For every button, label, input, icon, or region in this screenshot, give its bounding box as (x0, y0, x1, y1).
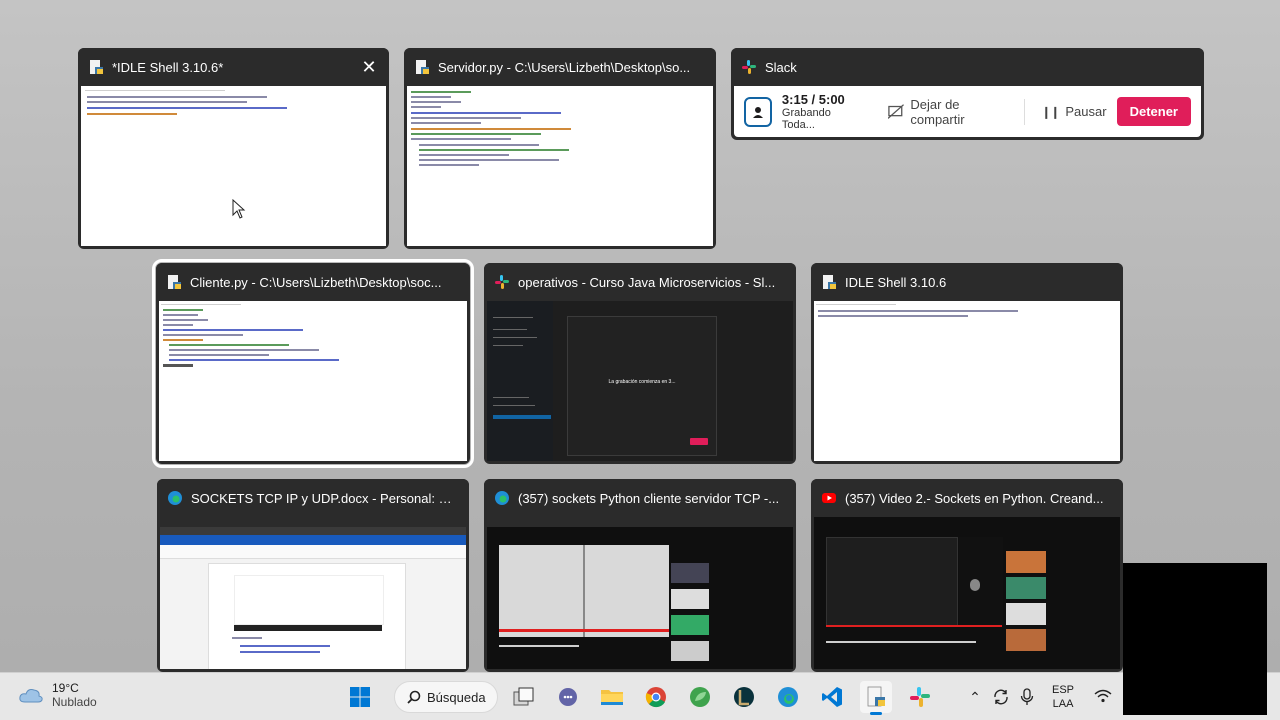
recording-info: 3:15 / 5:00 Grabando Toda... (782, 92, 860, 131)
cloud-icon (19, 689, 43, 703)
python-idle-icon (823, 275, 836, 289)
pause-label: Pausar (1065, 104, 1107, 119)
window-title: (357) sockets Python cliente servidor TC… (518, 490, 780, 506)
window-title: (357) Video 2.- Sockets en Python. Crean… (845, 490, 1104, 506)
stop-sharing-button[interactable]: Dejar de compartir (887, 96, 1008, 127)
edge-icon (168, 491, 182, 505)
window-title: Servidor.py - C:\Users\Lizbeth\Desktop\s… (438, 59, 691, 75)
window-title: IDLE Shell 3.10.6 (845, 274, 947, 290)
stop-recording-button[interactable]: Detener (1116, 97, 1191, 126)
window-youtube-video[interactable]: (357) Video 2.- Sockets en Python. Crean… (811, 479, 1123, 672)
recording-time: 3:15 / 5:00 (781, 92, 845, 107)
webcam-overlay (1123, 563, 1267, 715)
window-thumbnail (814, 517, 1120, 669)
window-title-bar: SOCKETS TCP IP y UDP.docx - Personal: Mi… (157, 479, 469, 517)
window-title-bar: operativos - Curso Java Microservicios -… (484, 263, 796, 301)
slack-recording-panel: 3:15 / 5:00 Grabando Toda... Dejar de co… (734, 86, 1201, 137)
screen-user-icon (744, 96, 772, 127)
window-title-bar: Servidor.py - C:\Users\Lizbeth\Desktop\s… (404, 48, 716, 86)
league-icon[interactable] (728, 681, 760, 713)
pause-button[interactable]: ❙❙ Pausar (1041, 104, 1106, 119)
slack-icon (742, 60, 756, 74)
window-slack-operativos[interactable]: operativos - Curso Java Microservicios -… (484, 263, 796, 464)
window-title-bar: *IDLE Shell 3.10.6* ✕ (78, 48, 389, 86)
teams-chat-icon[interactable] (552, 681, 584, 713)
slack-icon (495, 275, 509, 289)
window-title: Slack (765, 59, 797, 75)
window-thumbnail (487, 517, 793, 669)
window-thumbnail: La grabación comienza en 3... (487, 301, 793, 461)
window-servidor-py[interactable]: Servidor.py - C:\Users\Lizbeth\Desktop\s… (404, 48, 716, 249)
search-icon (407, 690, 421, 704)
chrome-icon[interactable] (640, 681, 672, 713)
window-idle-shell[interactable]: IDLE Shell 3.10.6 (811, 263, 1123, 464)
pause-icon: ❙❙ (1041, 104, 1060, 119)
recording-countdown-modal: La grabación comienza en 3... (567, 316, 717, 456)
slack-icon[interactable] (904, 681, 936, 713)
vscode-icon[interactable] (816, 681, 848, 713)
window-edge-sockets-video[interactable]: (357) sockets Python cliente servidor TC… (484, 479, 796, 672)
edge-icon (495, 491, 509, 505)
slack-sidebar (487, 301, 553, 461)
window-thumbnail (81, 86, 386, 246)
edge-icon[interactable] (772, 681, 804, 713)
window-title: Cliente.py - C:\Users\Lizbeth\Desktop\so… (190, 274, 442, 290)
mouse-cursor-icon (232, 199, 246, 219)
stop-sharing-label: Dejar de compartir (910, 96, 965, 127)
countdown-text: La grabación comienza en 3... (608, 379, 676, 385)
window-thumbnail (814, 301, 1120, 461)
window-title: operativos - Curso Java Microservicios -… (518, 274, 776, 290)
keyboard-layout: LAA (1052, 698, 1074, 710)
search-box[interactable]: Búsqueda (394, 681, 498, 713)
window-title-bar: (357) sockets Python cliente servidor TC… (484, 479, 796, 517)
close-icon[interactable]: ✕ (359, 57, 379, 77)
window-thumbnail (407, 86, 713, 246)
modal-stop-button (690, 438, 708, 445)
window-cliente-py[interactable]: Cliente.py - C:\Users\Lizbeth\Desktop\so… (152, 259, 474, 468)
window-title: *IDLE Shell 3.10.6* (112, 59, 224, 75)
file-explorer-icon[interactable] (596, 681, 628, 713)
window-title-bar: (357) Video 2.- Sockets en Python. Crean… (811, 479, 1123, 517)
leaf-app-icon[interactable] (684, 681, 716, 713)
window-title-bar: Cliente.py - C:\Users\Lizbeth\Desktop\so… (156, 263, 470, 301)
weather-widget[interactable]: 19°C Nublado (18, 681, 97, 709)
window-slack-recording[interactable]: Slack 3:15 / 5:00 Grabando Toda... Dejar… (731, 48, 1204, 140)
window-title-bar: Slack (731, 48, 1204, 86)
recording-subtitle: Grabando Toda... (781, 107, 831, 131)
chevron-up-icon[interactable]: ⌃ (966, 689, 984, 706)
sync-icon[interactable] (992, 688, 1010, 706)
taskbar: 19°C Nublado Búsqueda ⌃ ESP LAA (0, 672, 1280, 720)
window-word-sockets[interactable]: SOCKETS TCP IP y UDP.docx - Personal: Mi… (157, 479, 469, 672)
wifi-icon[interactable] (1094, 689, 1112, 703)
language-code: ESP (1052, 684, 1075, 696)
python-idle-icon[interactable] (860, 681, 892, 715)
weather-condition: Nublado (52, 695, 97, 709)
window-thumbnail (160, 517, 466, 669)
microphone-icon[interactable] (1020, 688, 1034, 706)
weather-temperature: 19°C (52, 681, 79, 695)
divider (1024, 98, 1026, 125)
window-thumbnail (159, 301, 467, 461)
search-label: Búsqueda (427, 689, 486, 705)
task-view-icon[interactable] (508, 681, 540, 713)
youtube-icon (822, 493, 836, 503)
window-title: SOCKETS TCP IP y UDP.docx - Personal: Mi… (191, 490, 459, 506)
python-idle-icon (90, 60, 103, 74)
windows-start-icon[interactable] (344, 681, 376, 713)
python-idle-icon (168, 275, 181, 289)
stop-share-icon (887, 103, 904, 119)
python-idle-icon (416, 60, 429, 74)
window-title-bar: IDLE Shell 3.10.6 (811, 263, 1123, 301)
system-tray: ⌃ (966, 673, 1034, 720)
language-indicator[interactable]: ESP LAA (1052, 683, 1074, 711)
